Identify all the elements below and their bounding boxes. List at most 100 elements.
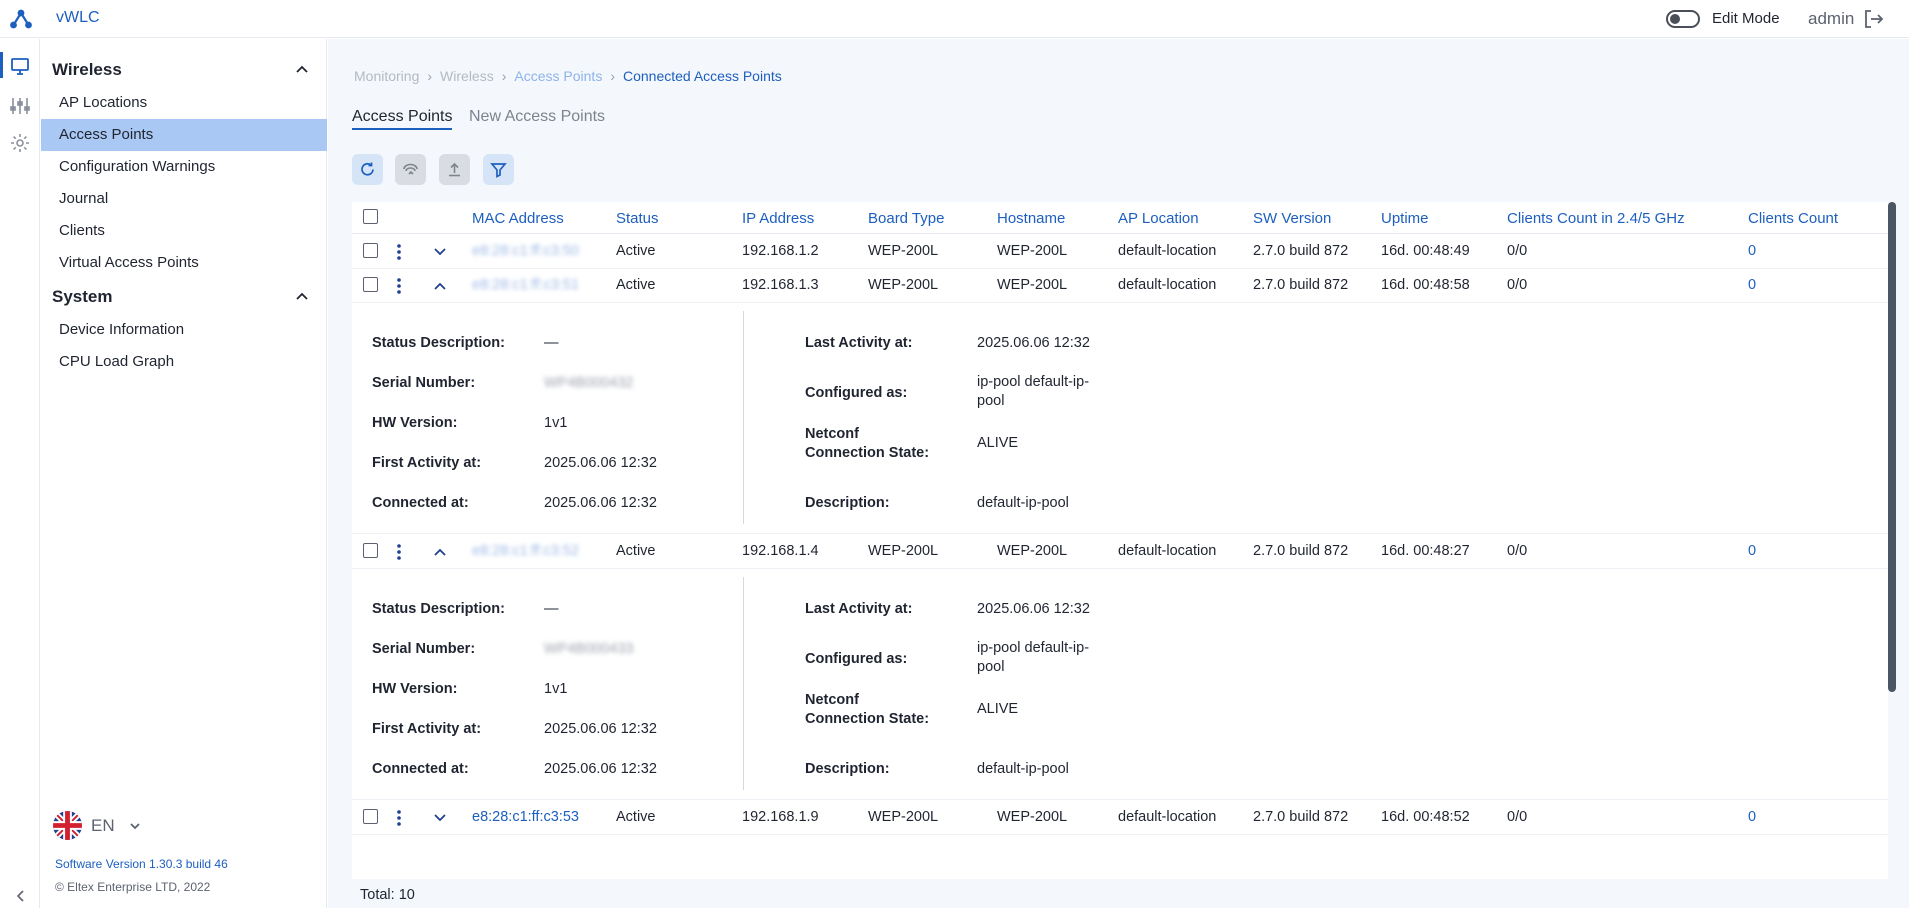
settings-gear-icon[interactable]	[9, 132, 31, 154]
chevron-up-icon[interactable]	[295, 291, 309, 301]
row-detail-panel: Status Description: — Serial Number: WP4…	[352, 303, 1888, 534]
configured-as-value: ip-pool default-ip-pool	[977, 374, 1090, 409]
scrollbar-thumb[interactable]	[1888, 202, 1896, 692]
mac-address[interactable]: e8:28:c1:ff:c3:50	[472, 243, 579, 259]
hostname: WEP-200L	[997, 543, 1068, 559]
user-name: admin	[1808, 9, 1855, 28]
row-checkbox[interactable]	[363, 543, 378, 558]
sidebar-item-label: Access Points	[59, 126, 154, 143]
app-logo-icon[interactable]	[9, 8, 33, 30]
detail-label: Configured as:	[805, 385, 908, 401]
detail-label: HW Version:	[372, 681, 458, 697]
chevron-down-icon[interactable]	[433, 247, 447, 257]
reboot-button[interactable]	[395, 154, 426, 185]
filter-icon	[490, 163, 507, 178]
edit-mode-toggle[interactable]	[1666, 10, 1700, 28]
detail-label: Netconf Connection State:	[805, 692, 930, 727]
sidebar-section-system[interactable]: System	[52, 285, 317, 309]
table-row[interactable]: e8:28:c1:ff:c3:50 Active 192.168.1.2 WEP…	[352, 235, 1888, 269]
board-type: WEP-200L	[868, 809, 939, 825]
row-checkbox[interactable]	[363, 277, 378, 292]
monitor-icon[interactable]	[9, 55, 31, 77]
chevron-down-icon[interactable]	[433, 813, 447, 823]
sidebar-item-virtual-access-points[interactable]: Virtual Access Points	[41, 247, 327, 279]
tab-new-access-points[interactable]: New Access Points	[469, 108, 605, 126]
table-row[interactable]: e8:28:c1:ff:c3:52 Active 192.168.1.4 WEP…	[352, 535, 1888, 569]
status: Active	[616, 243, 656, 259]
select-all-checkbox[interactable]	[363, 209, 378, 224]
clients-band: 0/0	[1507, 277, 1528, 293]
more-actions-icon[interactable]	[396, 278, 402, 294]
chevron-up-icon[interactable]	[433, 547, 447, 557]
column-header-uptime[interactable]: Uptime	[1381, 210, 1429, 227]
logout-icon[interactable]	[1862, 8, 1884, 30]
sidebar-item-clients[interactable]: Clients	[41, 215, 327, 247]
chevron-up-icon[interactable]	[295, 64, 309, 74]
column-header-clients-band[interactable]: Clients Count in 2.4/5 GHz	[1507, 210, 1685, 227]
collapse-sidebar-icon[interactable]	[14, 889, 28, 903]
clients-band: 0/0	[1507, 809, 1528, 825]
refresh-button[interactable]	[352, 154, 383, 185]
total-count: Total: 10	[360, 887, 415, 903]
column-header-ip[interactable]: IP Address	[742, 210, 814, 227]
detail-label: Netconf Connection State:	[805, 426, 930, 461]
upload-button[interactable]	[439, 154, 470, 185]
more-actions-icon[interactable]	[396, 810, 402, 826]
chevron-up-icon[interactable]	[433, 281, 447, 291]
mac-address[interactable]: e8:28:c1:ff:c3:52	[472, 543, 579, 559]
software-version: Software Version 1.30.3 build 46	[55, 857, 228, 871]
tab-access-points[interactable]: Access Points	[352, 108, 453, 130]
detail-label: Status Description:	[372, 335, 505, 351]
sidebar: Wireless AP Locations Access Points Conf…	[41, 39, 327, 908]
hw-version-value: 1v1	[544, 681, 568, 697]
sw-version: 2.7.0 build 872	[1253, 809, 1349, 825]
detail-label: Connected at:	[372, 495, 469, 511]
column-header-status[interactable]: Status	[616, 210, 659, 227]
detail-label: Configured as:	[805, 651, 908, 667]
clients-count[interactable]: 0	[1748, 243, 1756, 259]
table-scrollbar[interactable]	[1888, 202, 1896, 692]
more-actions-icon[interactable]	[396, 244, 402, 260]
row-checkbox[interactable]	[363, 809, 378, 824]
clients-count[interactable]: 0	[1748, 277, 1756, 293]
sidebar-item-ap-locations[interactable]: AP Locations	[41, 87, 327, 119]
sidebar-item-cpu-load-graph[interactable]: CPU Load Graph	[41, 346, 327, 378]
filter-button[interactable]	[483, 154, 514, 185]
breadcrumb-item[interactable]: Monitoring	[354, 68, 419, 84]
ip-address: 192.168.1.2	[742, 243, 819, 259]
detail-label: First Activity at:	[372, 721, 482, 737]
more-actions-icon[interactable]	[396, 544, 402, 560]
sidebar-item-device-information[interactable]: Device Information	[41, 314, 327, 346]
uk-flag-icon	[53, 811, 82, 840]
table-row[interactable]: e8:28:c1:ff:c3:53 Active 192.168.1.9 WEP…	[352, 801, 1888, 835]
breadcrumb-item[interactable]: Wireless	[440, 68, 494, 84]
column-header-hostname[interactable]: Hostname	[997, 210, 1065, 227]
column-header-ap-location[interactable]: AP Location	[1118, 210, 1199, 227]
sidebar-section-wireless[interactable]: Wireless	[52, 58, 317, 82]
serial-number-value: WP4B000432	[544, 375, 634, 391]
column-header-clients-count[interactable]: Clients Count	[1748, 210, 1838, 227]
detail-divider	[743, 577, 744, 790]
column-header-sw-version[interactable]: SW Version	[1253, 210, 1331, 227]
sidebar-item-journal[interactable]: Journal	[41, 183, 327, 215]
clients-count[interactable]: 0	[1748, 809, 1756, 825]
sidebar-item-access-points[interactable]: Access Points	[41, 119, 327, 151]
sidebar-item-configuration-warnings[interactable]: Configuration Warnings	[41, 151, 327, 183]
app-title[interactable]: vWLC	[56, 9, 100, 27]
sw-version: 2.7.0 build 872	[1253, 277, 1349, 293]
clients-count[interactable]: 0	[1748, 543, 1756, 559]
column-header-board-type[interactable]: Board Type	[868, 210, 944, 227]
ip-address: 192.168.1.4	[742, 543, 819, 559]
status: Active	[616, 809, 656, 825]
description-value: default-ip-pool	[977, 761, 1069, 777]
breadcrumb-item[interactable]: Access Points	[514, 68, 602, 84]
table-row[interactable]: e8:28:c1:ff:c3:51 Active 192.168.1.3 WEP…	[352, 269, 1888, 303]
status-description-value: —	[544, 335, 559, 351]
mac-address[interactable]: e8:28:c1:ff:c3:53	[472, 809, 579, 825]
row-checkbox[interactable]	[363, 243, 378, 258]
language-selector[interactable]: EN	[53, 811, 143, 841]
column-header-mac[interactable]: MAC Address	[472, 210, 564, 227]
mac-address[interactable]: e8:28:c1:ff:c3:51	[472, 277, 579, 293]
detail-label: Description:	[805, 495, 890, 511]
sliders-icon[interactable]	[9, 95, 31, 117]
